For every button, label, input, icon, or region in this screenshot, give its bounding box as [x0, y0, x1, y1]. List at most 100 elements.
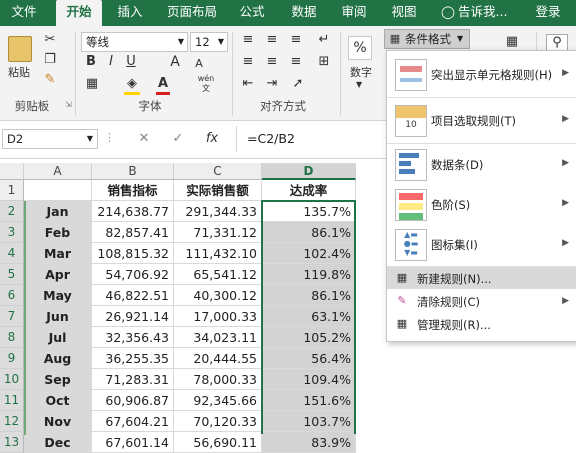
table-cell[interactable]: 82,857.41	[92, 222, 174, 243]
row-header[interactable]: 5	[0, 264, 24, 285]
paste-button[interactable]: 粘贴	[8, 64, 30, 80]
table-cell[interactable]: 102.4%	[262, 243, 356, 264]
align-right-icon[interactable]: ≡	[288, 54, 304, 70]
table-cell[interactable]: 34,023.11	[174, 327, 262, 348]
column-header-d[interactable]: D	[262, 163, 356, 180]
table-cell[interactable]: 56.4%	[262, 348, 356, 369]
copy-icon[interactable]: ❐	[42, 52, 58, 68]
table-cell[interactable]: 83.9%	[262, 432, 356, 453]
row-header[interactable]: 8	[0, 327, 24, 348]
row-header[interactable]: 1	[0, 180, 24, 201]
align-center-icon[interactable]: ≡	[264, 54, 280, 70]
table-cell[interactable]: Jun	[24, 306, 92, 327]
menu-item-color-scales[interactable]: 色阶(S) ▶	[387, 185, 576, 225]
table-cell[interactable]: 71,283.31	[92, 369, 174, 390]
menu-item-manage-rules[interactable]: ▦ 管理规则(R)...	[387, 313, 576, 335]
table-cell[interactable]: 108,815.32	[92, 243, 174, 264]
header-cell[interactable]: 达成率	[262, 180, 356, 201]
table-cell[interactable]: 63.1%	[262, 306, 356, 327]
table-cell[interactable]: Sep	[24, 369, 92, 390]
table-cell[interactable]: Oct	[24, 390, 92, 411]
table-cell[interactable]: 92,345.66	[174, 390, 262, 411]
cut-icon[interactable]: ✂	[42, 32, 58, 48]
underline-button[interactable]: U	[124, 54, 138, 70]
row-header[interactable]: 7	[0, 306, 24, 327]
format-painter-icon[interactable]: ✎	[42, 72, 58, 88]
fill-color-icon[interactable]: ◈	[124, 76, 140, 95]
table-cell[interactable]: Apr	[24, 264, 92, 285]
bold-button[interactable]: B	[84, 54, 98, 70]
table-cell[interactable]: 70,120.33	[174, 411, 262, 432]
tab-view[interactable]: 视图	[386, 0, 422, 26]
number-format-label[interactable]: 数字	[350, 64, 372, 80]
header-cell[interactable]: 实际销售额	[174, 180, 262, 201]
table-cell[interactable]: Jan	[24, 201, 92, 222]
row-header[interactable]: 6	[0, 285, 24, 306]
tab-file[interactable]: 文件	[6, 0, 42, 26]
table-cell[interactable]: 40,300.12	[174, 285, 262, 306]
row-header[interactable]: 13	[0, 432, 24, 453]
table-cell[interactable]: 46,822.51	[92, 285, 174, 306]
table-cell[interactable]: 151.6%	[262, 390, 356, 411]
row-header[interactable]: 3	[0, 222, 24, 243]
table-cell[interactable]: Jul	[24, 327, 92, 348]
shrink-font-button[interactable]: A	[192, 56, 206, 72]
table-cell[interactable]: 111,432.10	[174, 243, 262, 264]
table-cell[interactable]: Feb	[24, 222, 92, 243]
select-all-corner[interactable]	[0, 163, 24, 180]
name-box[interactable]: D2 ▼	[2, 129, 98, 149]
table-cell[interactable]: 36,255.35	[92, 348, 174, 369]
menu-item-highlight-cells-rules[interactable]: 突出显示单元格规则(H) ▶	[387, 53, 576, 97]
table-cell[interactable]: 60,906.87	[92, 390, 174, 411]
menu-item-top-bottom-rules[interactable]: 10 项目选取规则(T) ▶	[387, 99, 576, 143]
tab-page-layout[interactable]: 页面布局	[162, 0, 222, 26]
tab-formulas[interactable]: 公式	[234, 0, 270, 26]
percent-button[interactable]: %	[348, 36, 372, 60]
column-header-a[interactable]: A	[24, 163, 92, 180]
formula-input[interactable]: =C2/B2	[236, 126, 387, 152]
insert-function-button[interactable]: fx	[202, 131, 222, 147]
italic-button[interactable]: I	[104, 54, 118, 70]
menu-item-icon-sets[interactable]: ▲▬ ●▬ ▼▬ 图标集(I) ▶	[387, 225, 576, 265]
table-cell[interactable]: 71,331.12	[174, 222, 262, 243]
table-cell[interactable]: Aug	[24, 348, 92, 369]
menu-item-new-rule[interactable]: ▦ 新建规则(N)...	[387, 267, 576, 289]
lightbulb-icon[interactable]: ◯	[440, 0, 456, 26]
table-cell[interactable]: 109.4%	[262, 369, 356, 390]
font-size-select[interactable]: 12 ▼	[190, 32, 228, 52]
align-middle-icon[interactable]: ≡	[264, 32, 280, 48]
table-cell[interactable]: 78,000.33	[174, 369, 262, 390]
table-cell[interactable]: 214,638.77	[92, 201, 174, 222]
row-header[interactable]: 2	[0, 201, 24, 222]
column-header-c[interactable]: C	[174, 163, 262, 180]
row-header[interactable]: 12	[0, 411, 24, 432]
wrap-text-icon[interactable]: ↵	[316, 32, 332, 48]
table-cell[interactable]: Nov	[24, 411, 92, 432]
enter-icon[interactable]: ✓	[170, 131, 186, 147]
row-header[interactable]: 11	[0, 390, 24, 411]
align-bottom-icon[interactable]: ≡	[288, 32, 304, 48]
table-cell[interactable]: Dec	[24, 432, 92, 453]
tab-insert[interactable]: 插入	[112, 0, 148, 26]
border-icon[interactable]: ▦	[84, 76, 100, 92]
table-cell[interactable]: 32,356.43	[92, 327, 174, 348]
increase-indent-icon[interactable]: ⇥	[264, 76, 280, 92]
table-cell[interactable]: 67,601.14	[92, 432, 174, 453]
row-header[interactable]: 9	[0, 348, 24, 369]
phonetic-button[interactable]: wén 文	[196, 74, 216, 94]
header-cell[interactable]	[24, 180, 92, 201]
merge-icon[interactable]: ⊞	[316, 54, 332, 70]
menu-item-clear-rules[interactable]: ✎ 清除规则(C) ▶	[387, 290, 576, 312]
dialog-launcher-icon[interactable]: ⇲	[65, 100, 72, 109]
login-button[interactable]: 登录	[530, 0, 566, 26]
tab-home[interactable]: 开始	[56, 0, 102, 26]
table-cell[interactable]: May	[24, 285, 92, 306]
table-cell[interactable]: 291,344.33	[174, 201, 262, 222]
insert-cells-icon[interactable]: ▦	[502, 34, 522, 50]
grow-font-button[interactable]: A	[168, 54, 182, 70]
font-color-button[interactable]: A	[156, 76, 170, 95]
table-cell[interactable]: 20,444.55	[174, 348, 262, 369]
table-cell[interactable]: 17,000.33	[174, 306, 262, 327]
table-cell[interactable]: 54,706.92	[92, 264, 174, 285]
row-header[interactable]: 10	[0, 369, 24, 390]
